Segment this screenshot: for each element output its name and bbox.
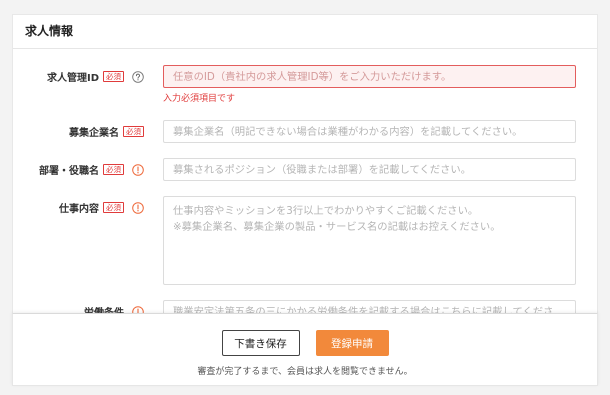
required-badge: 必須 bbox=[103, 164, 124, 175]
field-label-group: 求人管理ID 必須 bbox=[13, 65, 163, 88]
question-circle-icon[interactable] bbox=[132, 70, 144, 83]
field-control bbox=[163, 158, 576, 181]
field-row-company-name: 募集企業名 必須 bbox=[13, 120, 597, 143]
field-control bbox=[163, 196, 576, 285]
field-label: 部署・役職名 bbox=[39, 166, 99, 177]
position-input[interactable] bbox=[163, 158, 576, 181]
field-label: 仕事内容 bbox=[59, 204, 99, 215]
job-id-input[interactable] bbox=[163, 65, 576, 88]
field-label-group: 部署・役職名 必須 bbox=[13, 158, 163, 181]
required-badge: 必須 bbox=[103, 202, 124, 213]
company-name-input[interactable] bbox=[163, 120, 576, 143]
required-badge: 必須 bbox=[123, 126, 144, 137]
field-control: 入力必須項目です bbox=[163, 65, 576, 105]
action-footer: 下書き保存 登録申請 審査が完了するまで、会員は求人を閲覧できません。 bbox=[12, 313, 598, 386]
field-label: 求人管理ID bbox=[46, 73, 99, 84]
job-info-form: 求人管理ID 必須 入力必須項目です 募集企業名 必須 bbox=[13, 49, 597, 323]
field-label-group: 仕事内容 必須 bbox=[13, 196, 163, 219]
field-row-job-description: 仕事内容 必須 bbox=[13, 196, 597, 285]
field-row-position: 部署・役職名 必須 bbox=[13, 158, 597, 181]
field-label: 募集企業名 bbox=[69, 128, 119, 139]
field-control bbox=[163, 120, 576, 143]
save-draft-button[interactable]: 下書き保存 bbox=[221, 330, 300, 356]
field-label-group: 募集企業名 必須 bbox=[13, 120, 163, 143]
section-title: 求人情報 bbox=[13, 15, 597, 49]
error-message: 入力必須項目です bbox=[163, 94, 236, 104]
field-row-job-id: 求人管理ID 必須 入力必須項目です bbox=[13, 65, 597, 105]
footer-buttons: 下書き保存 登録申請 bbox=[13, 330, 597, 356]
alert-circle-icon[interactable] bbox=[132, 163, 144, 176]
alert-circle-icon[interactable] bbox=[132, 201, 144, 214]
job-description-textarea[interactable] bbox=[163, 196, 576, 285]
submit-application-button[interactable]: 登録申請 bbox=[315, 330, 389, 356]
required-badge: 必須 bbox=[103, 71, 124, 82]
review-notice: 審査が完了するまで、会員は求人を閲覧できません。 bbox=[197, 367, 413, 377]
